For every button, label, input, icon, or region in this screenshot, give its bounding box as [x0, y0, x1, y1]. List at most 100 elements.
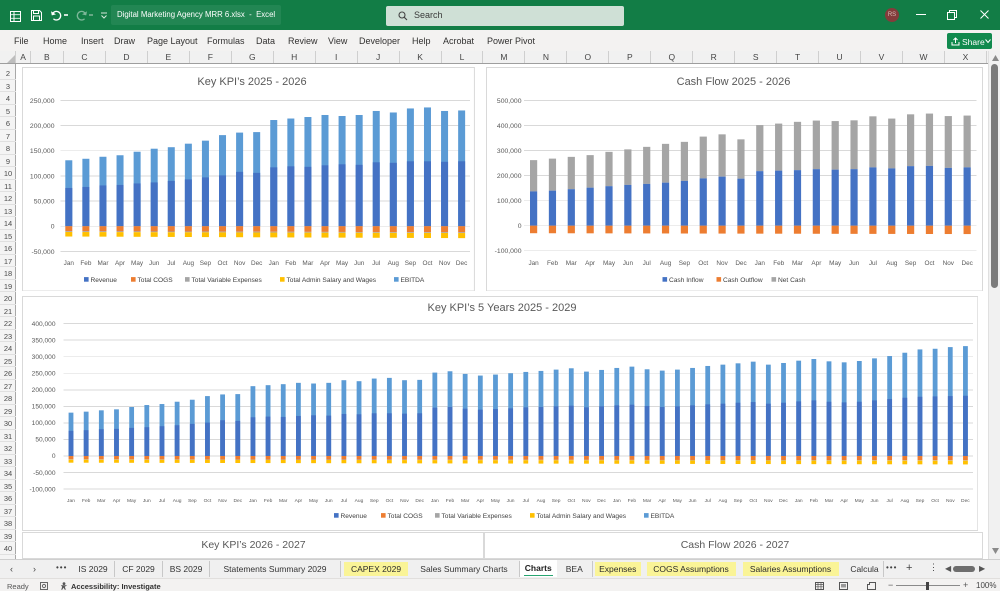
svg-text:Dec: Dec	[415, 498, 424, 504]
svg-text:Jan: Jan	[67, 498, 75, 504]
svg-text:Sep: Sep	[916, 498, 925, 504]
svg-text:Sep: Sep	[188, 498, 197, 504]
svg-text:200,000: 200,000	[496, 173, 521, 180]
svg-text:100,000: 100,000	[30, 173, 55, 180]
svg-text:Jun: Jun	[354, 260, 365, 267]
svg-text:Jul: Jul	[341, 498, 347, 504]
svg-text:Apr: Apr	[115, 260, 126, 267]
svg-text:50,000: 50,000	[34, 198, 55, 205]
svg-text:Feb: Feb	[264, 498, 273, 504]
svg-text:Aug: Aug	[355, 498, 364, 504]
svg-text:Jan: Jan	[249, 498, 257, 504]
svg-text:EBITDA: EBITDA	[401, 277, 425, 284]
svg-text:0: 0	[52, 453, 56, 460]
svg-text:Oct: Oct	[218, 260, 228, 267]
svg-text:Jun: Jun	[871, 498, 879, 504]
svg-text:Jun: Jun	[325, 498, 333, 504]
svg-text:Cash Flow 2025 - 2026: Cash Flow 2025 - 2026	[676, 76, 790, 88]
svg-text:Dec: Dec	[251, 260, 263, 267]
svg-text:Dec: Dec	[597, 498, 606, 504]
svg-text:May: May	[131, 260, 144, 267]
svg-text:200,000: 200,000	[32, 387, 56, 394]
svg-text:-50,000: -50,000	[31, 248, 54, 255]
svg-text:Dec: Dec	[779, 498, 788, 504]
svg-text:Oct: Oct	[931, 498, 939, 504]
svg-text:150,000: 150,000	[30, 148, 55, 155]
svg-text:500,000: 500,000	[496, 97, 521, 104]
svg-text:Aug: Aug	[886, 260, 898, 267]
svg-text:Oct: Oct	[423, 260, 433, 267]
svg-text:May: May	[127, 498, 137, 504]
svg-text:May: May	[602, 260, 615, 267]
svg-text:Mar: Mar	[97, 260, 109, 267]
svg-text:400,000: 400,000	[32, 320, 56, 327]
svg-text:Sep: Sep	[552, 498, 561, 504]
svg-text:300,000: 300,000	[496, 148, 521, 155]
svg-text:Aug: Aug	[173, 498, 182, 504]
svg-text:150,000: 150,000	[32, 403, 56, 410]
svg-text:Total Admin Salary and Wages: Total Admin Salary and Wages	[287, 277, 377, 284]
svg-text:Aug: Aug	[388, 260, 400, 267]
svg-text:Mar: Mar	[643, 498, 652, 504]
svg-text:EBITDA: EBITDA	[651, 513, 675, 520]
svg-text:Dec: Dec	[961, 498, 970, 504]
svg-text:Jun: Jun	[689, 498, 697, 504]
svg-text:100,000: 100,000	[32, 420, 56, 427]
svg-text:Oct: Oct	[567, 498, 575, 504]
svg-text:Jul: Jul	[523, 498, 529, 504]
svg-text:Nov: Nov	[234, 260, 246, 267]
svg-text:Sep: Sep	[370, 498, 379, 504]
svg-text:Aug: Aug	[659, 260, 671, 267]
svg-text:Jan: Jan	[64, 260, 75, 267]
svg-text:Oct: Oct	[386, 498, 394, 504]
svg-text:Jul: Jul	[886, 498, 892, 504]
svg-text:May: May	[491, 498, 501, 504]
svg-text:Nov: Nov	[218, 498, 227, 504]
svg-text:Nov: Nov	[764, 498, 773, 504]
svg-text:Sep: Sep	[904, 260, 916, 267]
svg-text:Jun: Jun	[848, 260, 859, 267]
svg-text:Dec: Dec	[456, 260, 468, 267]
svg-text:-100,000: -100,000	[494, 248, 521, 255]
svg-text:Apr: Apr	[811, 260, 822, 267]
svg-text:Nov: Nov	[942, 260, 954, 267]
svg-text:Jul: Jul	[167, 260, 175, 267]
svg-text:Feb: Feb	[82, 498, 91, 504]
svg-text:Total COGS: Total COGS	[138, 277, 174, 284]
svg-text:0: 0	[517, 223, 521, 230]
svg-text:400,000: 400,000	[496, 123, 521, 130]
svg-text:Nov: Nov	[716, 260, 728, 267]
svg-text:Jul: Jul	[159, 498, 165, 504]
svg-text:Jul: Jul	[868, 260, 876, 267]
svg-text:Apr: Apr	[320, 260, 331, 267]
svg-text:Apr: Apr	[476, 498, 484, 504]
svg-text:Jan: Jan	[431, 498, 439, 504]
svg-text:-50,000: -50,000	[33, 469, 56, 476]
svg-text:Dec: Dec	[233, 498, 242, 504]
svg-text:Nov: Nov	[439, 260, 451, 267]
svg-text:Nov: Nov	[582, 498, 591, 504]
svg-text:Mar: Mar	[825, 498, 834, 504]
svg-text:Jul: Jul	[642, 260, 650, 267]
svg-text:Oct: Oct	[204, 498, 212, 504]
svg-text:Key KPI’s 2025 - 2026: Key KPI’s 2025 - 2026	[197, 76, 306, 88]
svg-text:Feb: Feb	[810, 498, 819, 504]
svg-text:Feb: Feb	[628, 498, 637, 504]
svg-text:Apr: Apr	[585, 260, 596, 267]
svg-text:Mar: Mar	[279, 498, 288, 504]
svg-text:Feb: Feb	[446, 498, 455, 504]
svg-text:May: May	[336, 260, 349, 267]
svg-text:Jun: Jun	[149, 260, 160, 267]
svg-text:Cash Inflow: Cash Inflow	[669, 277, 704, 284]
svg-text:Jun: Jun	[507, 498, 515, 504]
svg-text:Jul: Jul	[705, 498, 711, 504]
svg-text:May: May	[829, 260, 842, 267]
svg-text:Total Admin Salary and Wages: Total Admin Salary and Wages	[537, 513, 627, 520]
svg-text:Revenue: Revenue	[91, 277, 118, 284]
svg-text:Oct: Oct	[698, 260, 708, 267]
svg-text:Aug: Aug	[537, 498, 546, 504]
svg-text:Dec: Dec	[735, 260, 747, 267]
svg-text:200,000: 200,000	[30, 123, 55, 130]
svg-text:Key KPI’s 5 Years 2025 - 2029: Key KPI’s 5 Years 2025 - 2029	[427, 302, 576, 314]
svg-text:Cash Outflow: Cash Outflow	[723, 277, 763, 284]
